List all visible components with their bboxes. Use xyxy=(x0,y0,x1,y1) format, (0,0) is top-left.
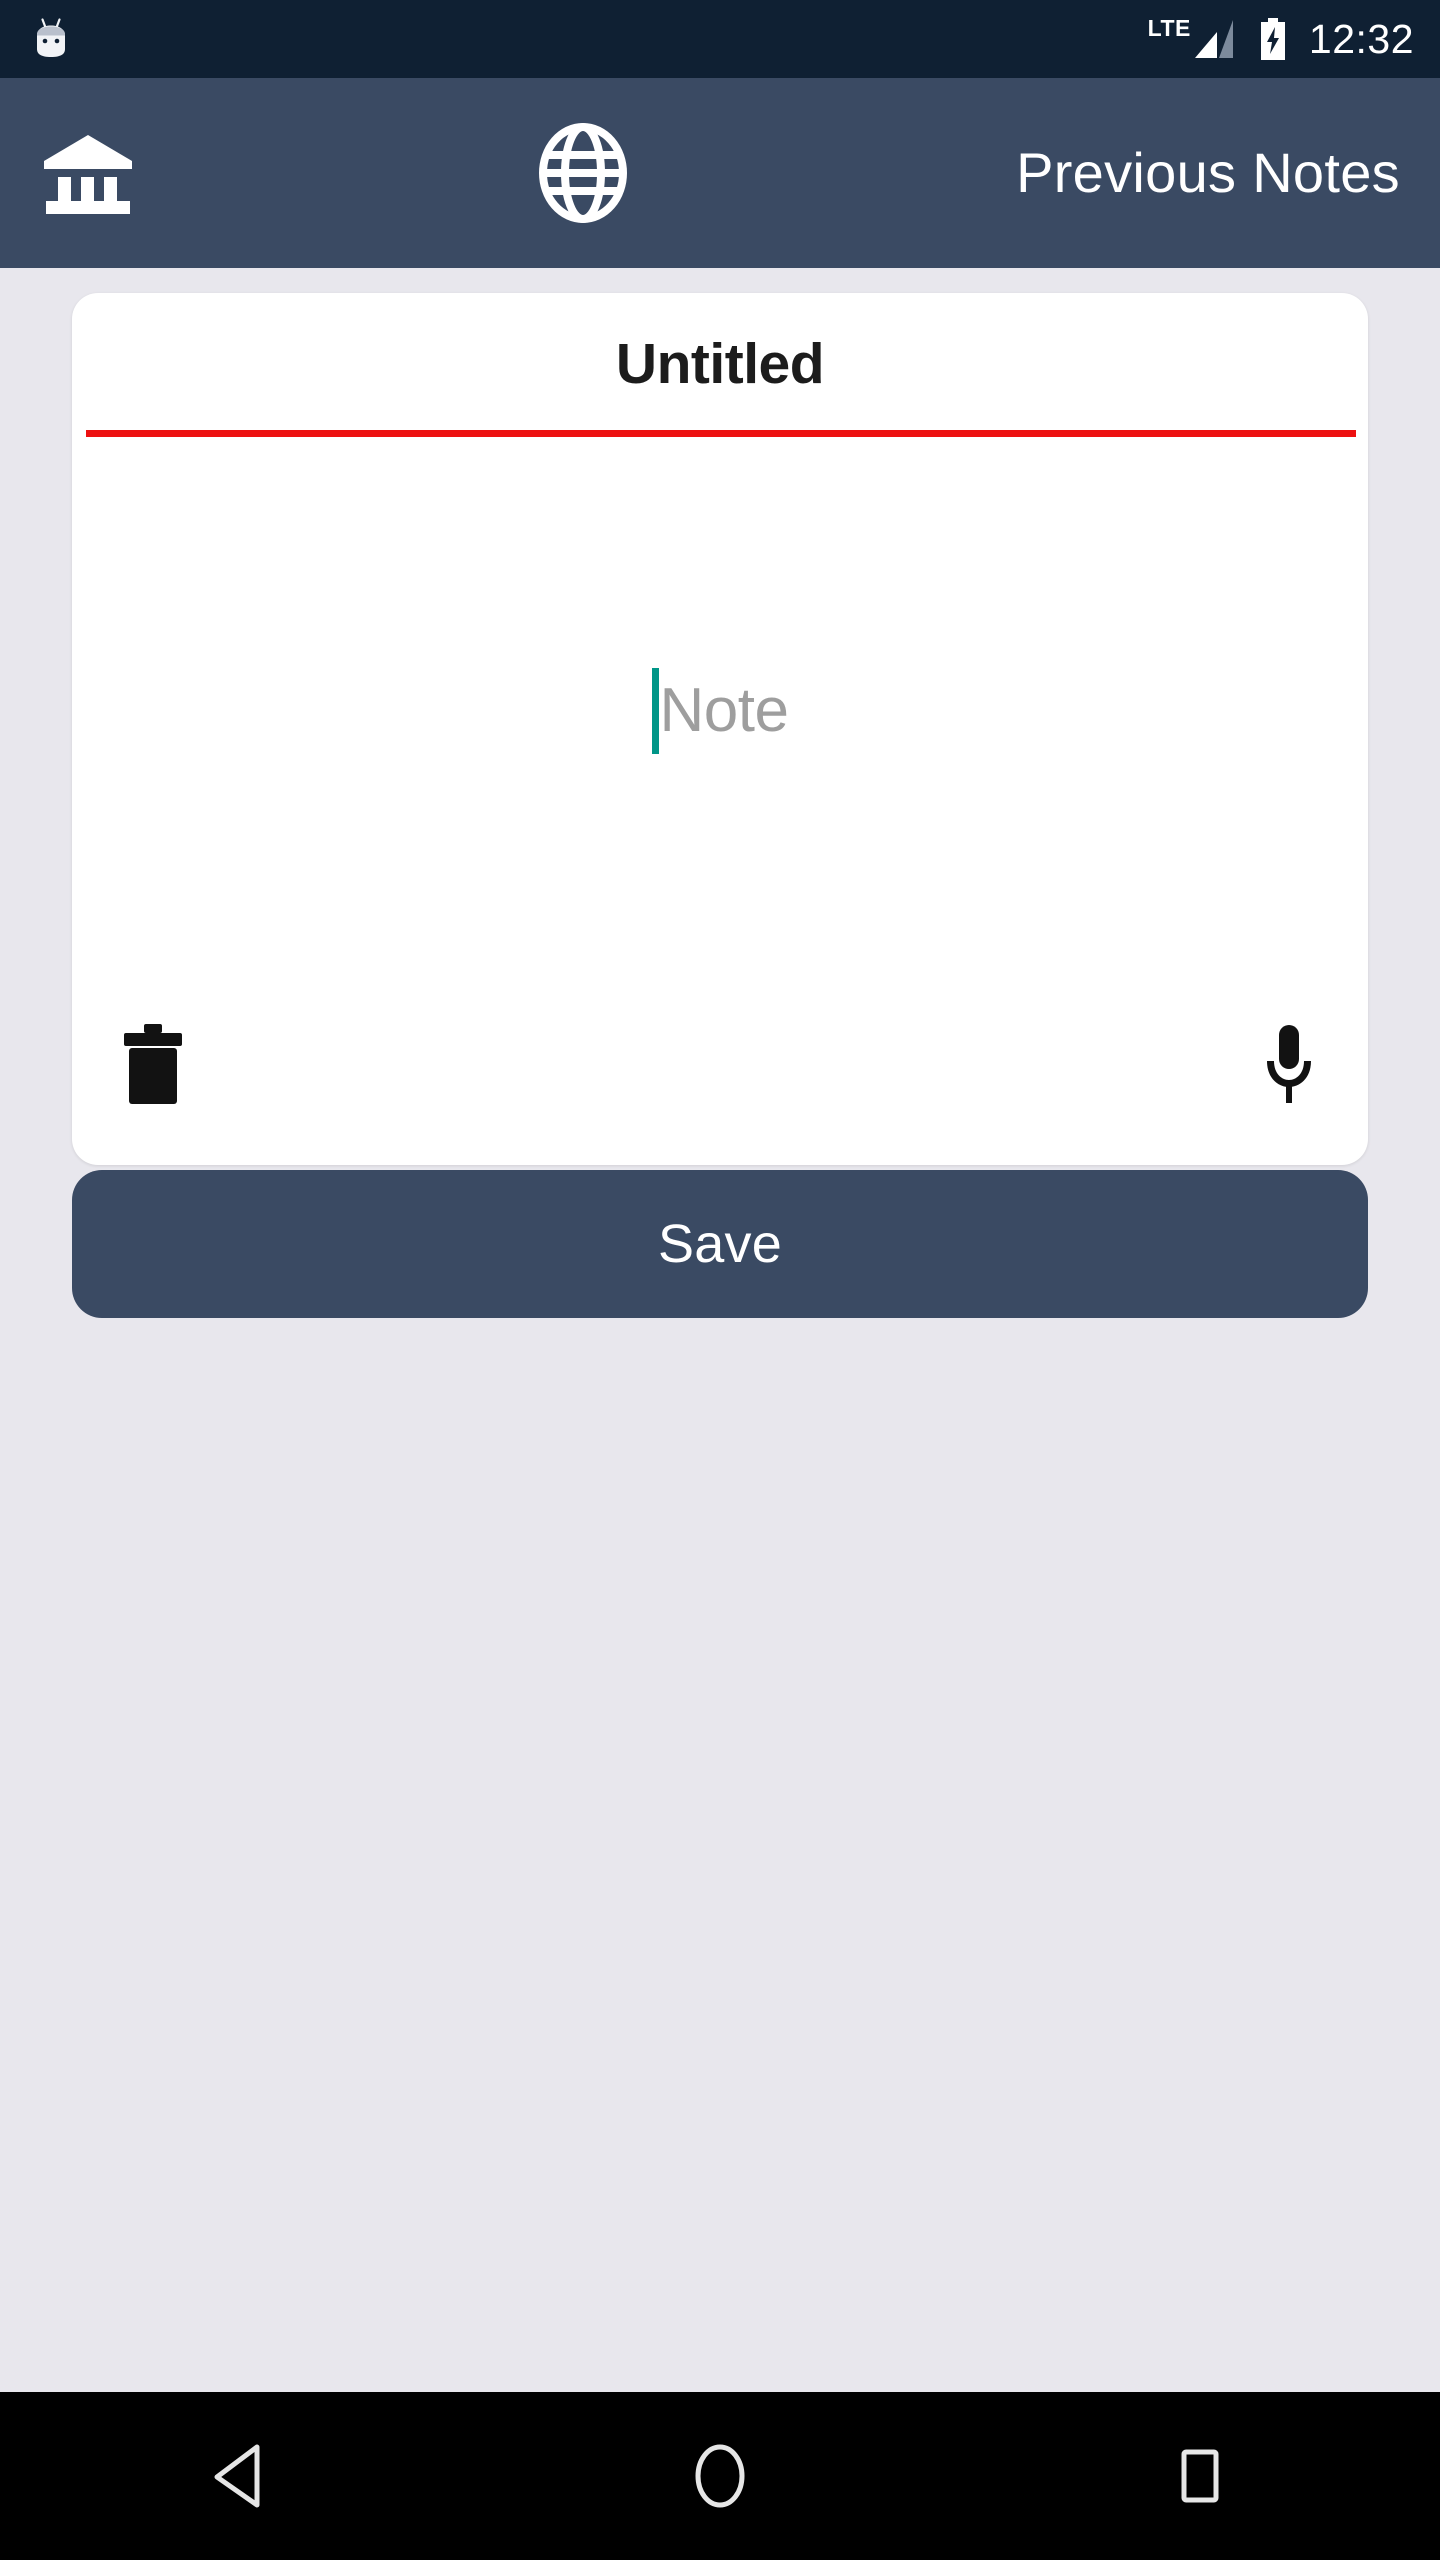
save-button[interactable]: Save xyxy=(72,1170,1368,1318)
nav-home-button[interactable] xyxy=(620,2392,820,2560)
save-button-label: Save xyxy=(658,1214,782,1274)
signal-bars-icon xyxy=(1189,16,1237,62)
status-bar-right: LTE 12:32 xyxy=(1148,16,1414,62)
page-title: Previous Notes xyxy=(1016,141,1400,204)
note-title-underline xyxy=(86,430,1356,437)
note-title-value: Untitled xyxy=(615,331,825,396)
phone-screen: LTE 12:32 Previous Notes Untitled Note S… xyxy=(0,0,1440,2560)
lte-label: LTE xyxy=(1147,15,1191,41)
status-bar-left xyxy=(28,16,74,62)
nav-home-circle-icon xyxy=(692,2443,748,2509)
note-title-field[interactable]: Untitled xyxy=(72,293,1368,435)
globe-icon[interactable] xyxy=(531,121,635,225)
trash-icon[interactable] xyxy=(120,1022,186,1106)
note-body-field[interactable]: Note xyxy=(72,437,1368,985)
status-bar-clock: 12:32 xyxy=(1308,15,1414,62)
note-card-actions xyxy=(72,1009,1368,1119)
main-content: Untitled Note Save xyxy=(0,268,1440,2392)
status-bar: LTE 12:32 xyxy=(0,0,1440,78)
nav-back-triangle-icon xyxy=(211,2444,269,2508)
nav-back-button[interactable] xyxy=(140,2392,340,2560)
bank-building-icon[interactable] xyxy=(40,125,136,221)
note-body-placeholder: Note xyxy=(659,676,789,745)
network-status: LTE xyxy=(1148,16,1237,62)
nav-recents-button[interactable] xyxy=(1100,2392,1300,2560)
android-navigation-bar xyxy=(0,2392,1440,2560)
text-caret xyxy=(651,668,659,754)
nav-recents-square-icon xyxy=(1176,2447,1224,2505)
app-bar: Previous Notes xyxy=(0,78,1440,268)
note-body-inner: Note xyxy=(651,668,789,754)
note-card: Untitled Note xyxy=(72,293,1368,1165)
microphone-icon[interactable] xyxy=(1258,1021,1320,1107)
android-head-icon xyxy=(28,16,74,62)
battery-charging-icon xyxy=(1257,16,1289,62)
